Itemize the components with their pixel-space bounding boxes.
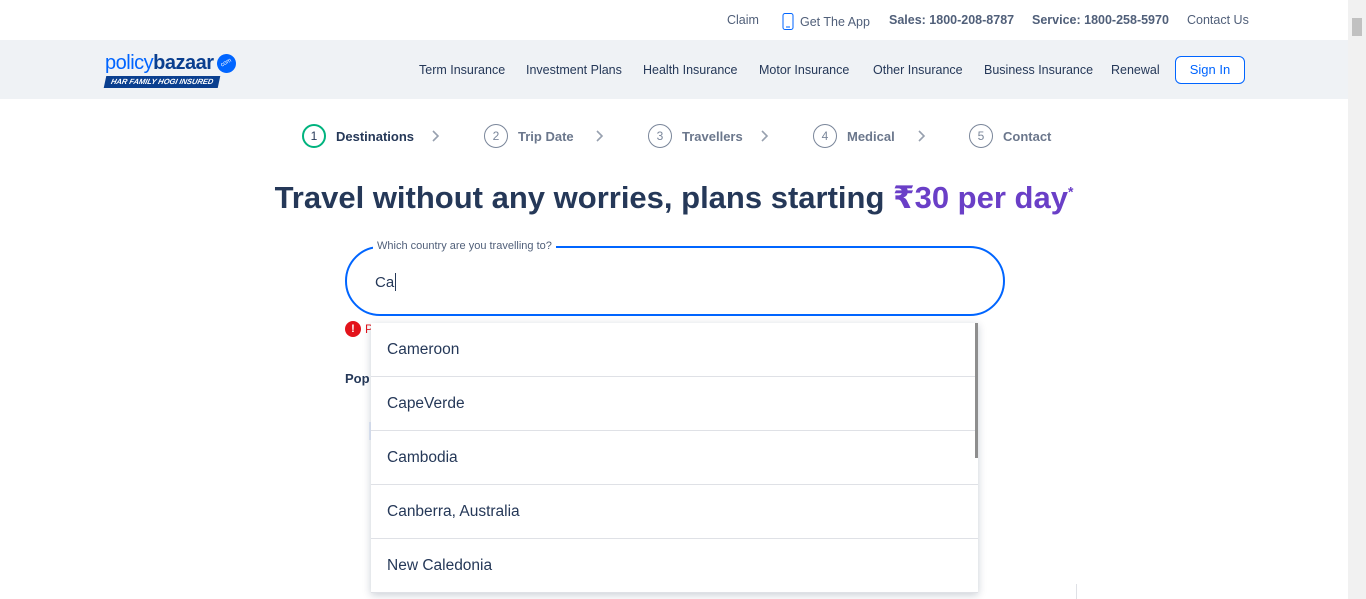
utility-bar: Claim Get The App Sales: 1800-208-8787 S… [0, 0, 1348, 40]
popular-destinations-label: Pop [345, 371, 370, 386]
suggestion-cameroon[interactable]: Cameroon [371, 323, 978, 377]
service-phone[interactable]: Service: 1800-258-5970 [1032, 13, 1169, 27]
text-caret [395, 273, 396, 291]
step-label: Destinations [336, 128, 415, 144]
heading-price: ₹30 per day [893, 180, 1068, 215]
suggestion-new-caledonia[interactable]: New Caledonia [371, 539, 978, 593]
country-field-label: Which country are you travelling to? [373, 240, 556, 252]
logo-wordmark: policybazaar [105, 52, 214, 74]
nav-business-insurance[interactable]: Business Insurance [984, 63, 1093, 77]
step-label: Travellers [682, 128, 743, 144]
chevron-right-icon [596, 130, 604, 142]
chevron-right-icon [432, 130, 440, 142]
suggestion-canberra[interactable]: Canberra, Australia [371, 485, 978, 539]
nav-health-insurance[interactable]: Health Insurance [643, 63, 738, 77]
heading-asterisk: * [1067, 183, 1074, 200]
sign-in-button[interactable]: Sign In [1175, 56, 1245, 84]
step-number: 2 [484, 124, 508, 148]
step-destinations: 1 Destinations [302, 124, 414, 148]
step-number: 4 [813, 124, 837, 148]
scrollbar-thumb[interactable] [1352, 18, 1362, 36]
suggestion-cambodia[interactable]: Cambodia [371, 431, 978, 485]
sales-phone[interactable]: Sales: 1800-208-8787 [889, 13, 1014, 27]
policybazaar-logo[interactable]: policybazaar com HAR FAMILY HOGI INSURED [103, 50, 240, 90]
page-scrollbar[interactable] [1348, 0, 1366, 599]
step-number: 3 [648, 124, 672, 148]
logo-com-badge: com [213, 50, 240, 77]
step-label: Trip Date [518, 128, 574, 144]
step-trip-date: 2 Trip Date [484, 124, 574, 148]
nav-investment-plans[interactable]: Investment Plans [526, 63, 622, 77]
heading-main: Travel without any worries, plans starti… [274, 180, 894, 215]
dropdown-scrollbar[interactable] [975, 323, 978, 458]
contact-us-link[interactable]: Contact Us [1187, 13, 1249, 27]
step-travellers: 3 Travellers [648, 124, 743, 148]
chevron-right-icon [918, 130, 926, 142]
step-label: Contact [1003, 128, 1052, 144]
step-label: Medical [847, 128, 895, 144]
step-contact: 5 Contact [969, 124, 1051, 148]
nav-other-insurance[interactable]: Other Insurance [873, 63, 963, 77]
step-number: 1 [302, 124, 326, 148]
step-number: 5 [969, 124, 993, 148]
country-input[interactable] [375, 270, 965, 294]
claim-link[interactable]: Claim [727, 13, 759, 27]
nav-motor-insurance[interactable]: Motor Insurance [759, 63, 849, 77]
nav-renewal[interactable]: Renewal [1111, 63, 1160, 77]
nav-term-insurance[interactable]: Term Insurance [419, 63, 505, 77]
page-heading: Travel without any worries, plans starti… [0, 180, 1348, 216]
step-medical: 4 Medical [813, 124, 895, 148]
country-field[interactable]: Which country are you travelling to? [345, 240, 1005, 316]
phone-icon [782, 13, 794, 30]
divider [1076, 584, 1077, 599]
country-suggestions: Cameroon CapeVerde Cambodia Canberra, Au… [371, 323, 978, 593]
logo-tagline: HAR FAMILY HOGI INSURED [103, 76, 221, 88]
get-app-label: Get The App [800, 14, 870, 29]
chevron-right-icon [761, 130, 769, 142]
error-icon: ! [345, 321, 361, 337]
suggestion-capeverde[interactable]: CapeVerde [371, 377, 978, 431]
get-app-link[interactable]: Get The App [782, 13, 870, 30]
